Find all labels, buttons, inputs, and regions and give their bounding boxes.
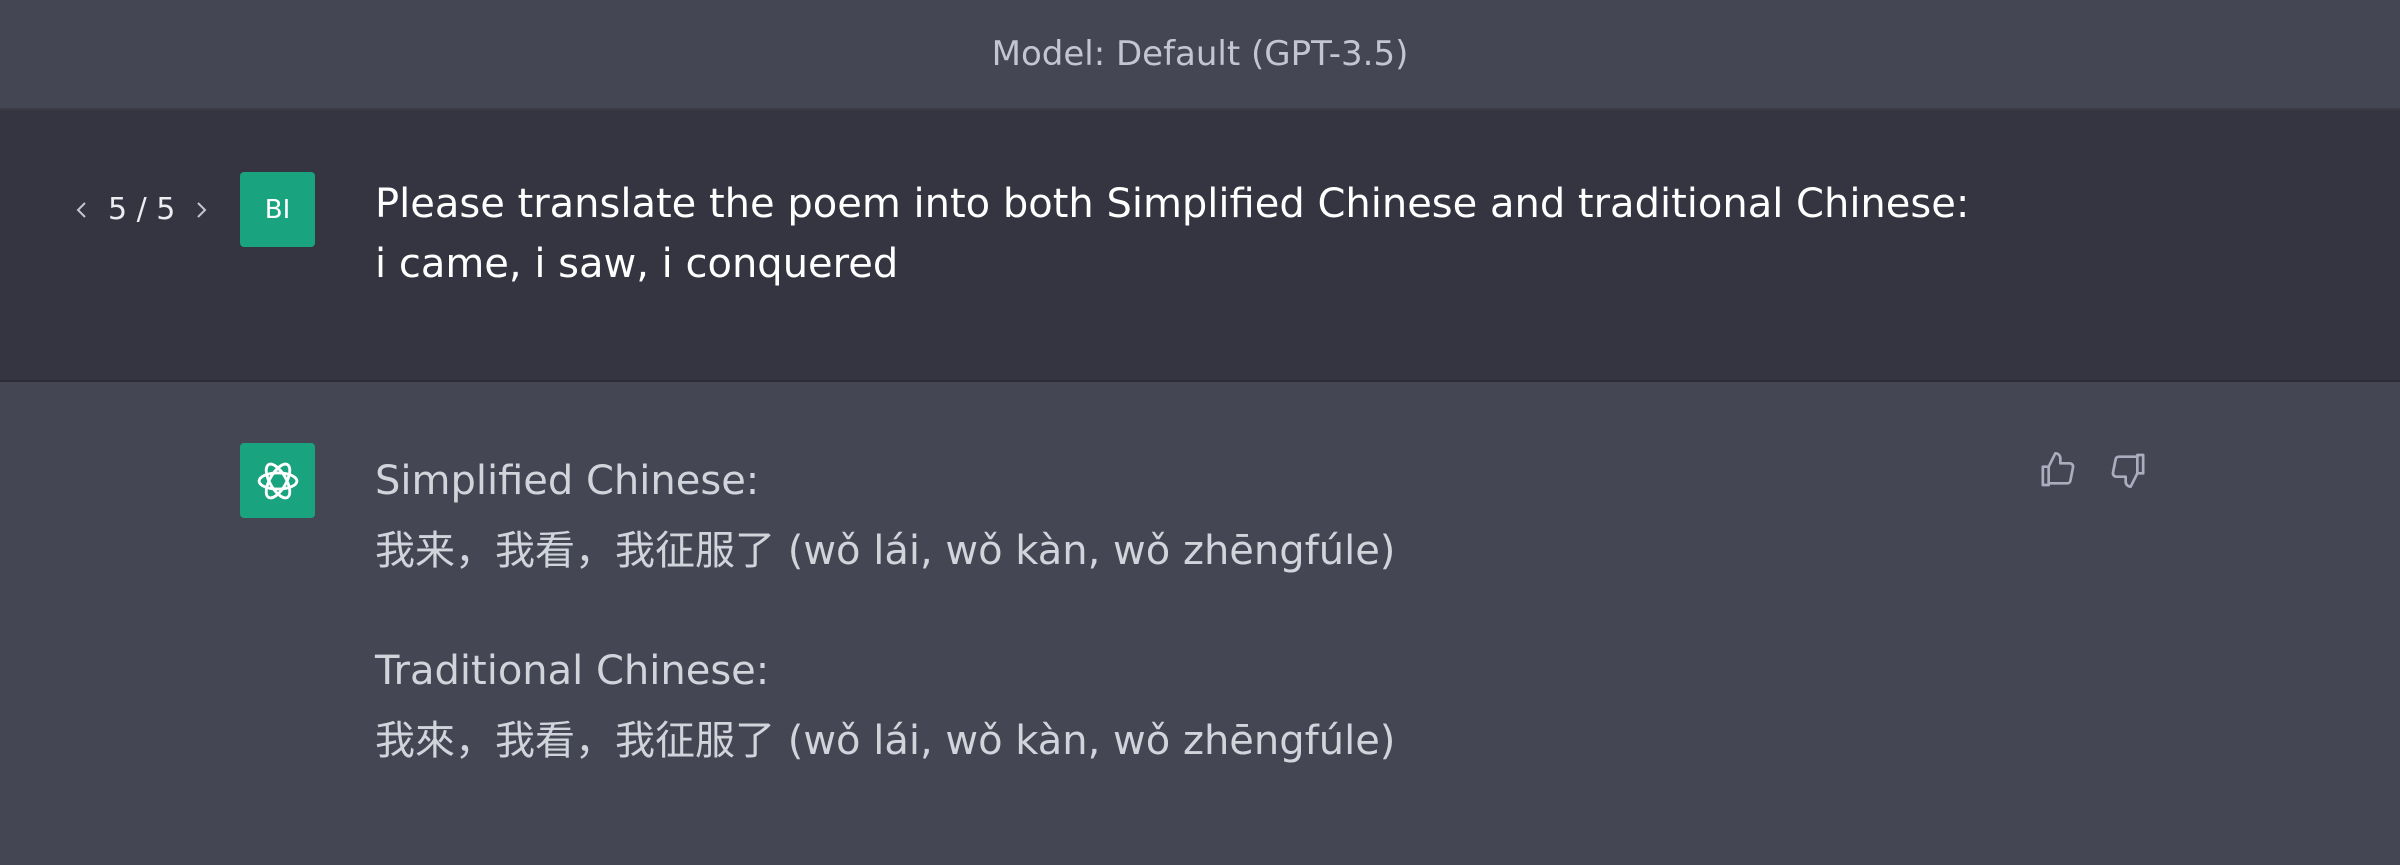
model-header: Model: Default (GPT-3.5) xyxy=(0,0,2400,110)
chevron-right-icon[interactable] xyxy=(189,195,213,225)
traditional-heading: Traditional Chinese: xyxy=(375,648,770,694)
thumbs-up-icon[interactable] xyxy=(2035,448,2079,492)
user-message-line: Please translate the poem into both Simp… xyxy=(375,181,1970,227)
chevron-left-icon[interactable] xyxy=(70,195,94,225)
traditional-translation: 我來，我看，我征服了 (wǒ lái, wǒ kàn, wǒ zhēngfúle… xyxy=(375,718,1396,764)
user-avatar-initials: BI xyxy=(264,194,291,225)
feedback-controls xyxy=(2035,448,2151,492)
simplified-translation: 我来，我看，我征服了 (wǒ lái, wǒ kàn, wǒ zhēngfúle… xyxy=(375,528,1396,574)
thumbs-down-icon[interactable] xyxy=(2107,448,2151,492)
assistant-message-text: Simplified Chinese: 我来，我看，我征服了 (wǒ lái, … xyxy=(375,446,1975,776)
simplified-heading: Simplified Chinese: xyxy=(375,458,760,504)
user-avatar: BI xyxy=(240,172,315,247)
user-message-text: Please translate the poem into both Simp… xyxy=(375,174,2075,294)
model-label: Model: Default (GPT-3.5) xyxy=(991,34,1409,74)
response-pager: 5 / 5 xyxy=(70,192,213,227)
user-message-line: i came, i saw, i conquered xyxy=(375,241,899,287)
openai-logo-icon xyxy=(240,443,315,518)
pager-count: 5 / 5 xyxy=(108,192,176,227)
